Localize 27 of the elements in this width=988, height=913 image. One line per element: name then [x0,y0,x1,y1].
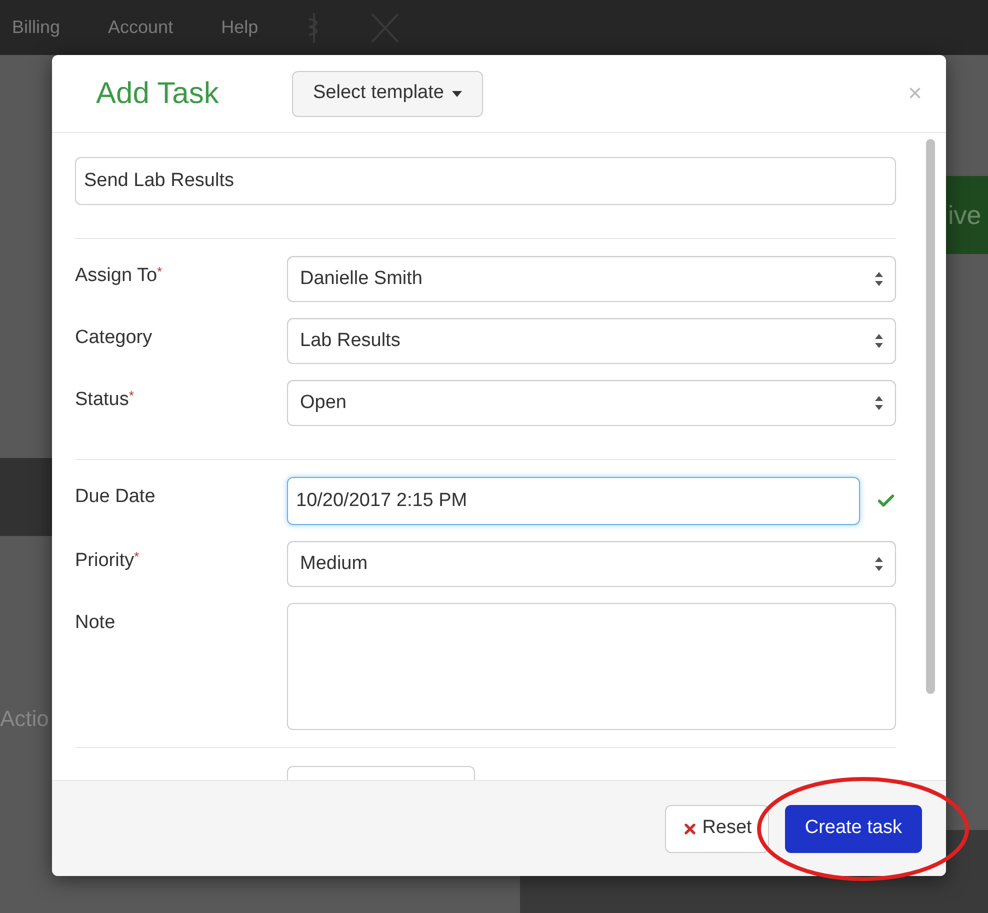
nav-link[interactable]: Help [221,14,258,41]
modal-title: Add Task [96,76,220,112]
date-field[interactable]: 10/20/2017 2:15 PM [287,477,860,525]
select-field[interactable]: Open [287,380,896,426]
caret-icon [452,90,462,96]
reset-button[interactable]: Reset [665,804,769,852]
field-label: Category [75,326,154,350]
field-label: Status* [75,387,135,412]
note-field[interactable] [287,603,896,730]
field-label: Priority* [75,548,140,573]
field-label: Assign To* [75,263,164,288]
field-label: Note [75,611,116,635]
select-field[interactable]: Lab Results [287,318,896,364]
field-label: Due Date [75,485,156,509]
select-arrows-icon [875,272,883,286]
x-icon [682,820,698,836]
task-name-field[interactable]: Send Lab Results [75,157,896,205]
nav-link[interactable]: Billing [12,14,60,41]
template-dropdown[interactable]: Select template [292,70,483,116]
scrollbar-thumb[interactable] [926,139,935,694]
select-arrows-icon [875,557,883,571]
select-arrows-icon [875,334,883,348]
create-button[interactable]: Create task [784,804,922,852]
select-field[interactable]: Medium [287,541,896,587]
nav-link[interactable]: Account [108,14,174,41]
select-field[interactable]: Danielle Smith [287,256,896,302]
select-arrows-icon [875,396,883,410]
